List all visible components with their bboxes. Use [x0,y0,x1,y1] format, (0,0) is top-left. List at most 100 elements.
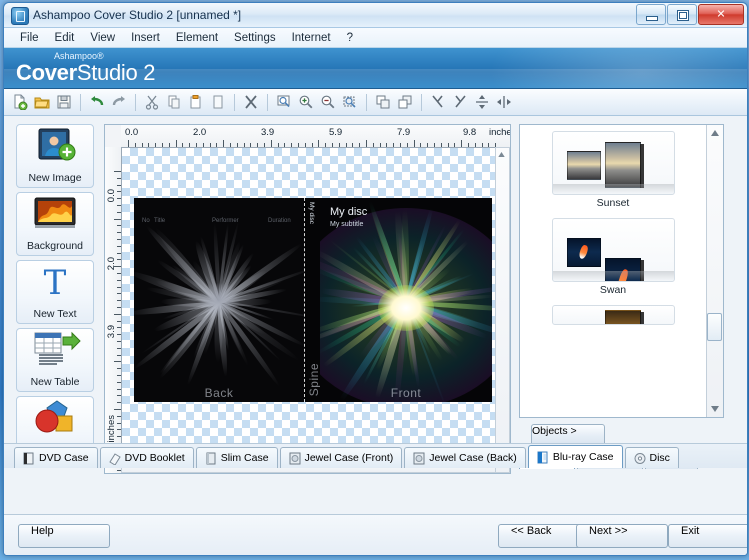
cover-artwork[interactable]: No Title Performer Duration Back My disc… [134,198,492,402]
new-text-button[interactable]: T New Text [16,260,94,324]
undo-button[interactable] [87,92,107,112]
menu-item-file[interactable]: File [12,30,47,46]
tab-bluray-case[interactable]: Blu-ray Case [528,445,623,468]
minimize-button[interactable] [636,4,666,25]
copy-button[interactable] [164,92,184,112]
theme-thumb-large [605,310,641,325]
tab-disc[interactable]: Disc [625,447,679,468]
toolbar-separator [80,94,81,111]
zoom-selection-button[interactable] [340,92,360,112]
paste-icon [188,94,204,110]
align-horizontal-button[interactable] [494,92,514,112]
window-controls: ✕ [636,4,744,25]
tracklist-col-performer: Performer [212,218,239,224]
scroll-up-icon[interactable] [708,127,722,139]
toolbar-separator [234,94,235,111]
duplicate-icon [210,94,226,110]
vertical-ruler: 0.0 2.0 3.9 inches [105,147,122,473]
menu-bar: File Edit View Insert Element Settings I… [4,28,747,48]
tab-dvd-booklet[interactable]: DVD Booklet [100,447,194,468]
theme-item-swan[interactable]: Swan [552,218,675,296]
brand-superscript: Ashampoo® [54,51,104,61]
brand-bold: Cover [16,60,77,85]
paste-button[interactable] [186,92,206,112]
scroll-up-icon[interactable] [496,149,507,160]
app-icon [11,7,29,25]
exit-button[interactable]: Exit [668,524,748,548]
brand-logo: Ashampoo® CoverStudio 2 [16,50,155,86]
menu-item-help[interactable]: ? [339,30,361,46]
scroll-down-icon[interactable] [708,403,722,415]
theme-list-scrollbar[interactable] [706,125,723,417]
new-document-button[interactable] [10,92,30,112]
menu-item-view[interactable]: View [82,30,123,46]
menu-item-insert[interactable]: Insert [123,30,168,46]
menu-item-settings[interactable]: Settings [226,30,284,46]
help-button[interactable]: Help [18,524,110,548]
cover-front-panel[interactable]: My disc My subtitle Front [320,198,492,402]
zoom-fit-button[interactable] [274,92,294,112]
ruler-v-unit: inches [106,415,117,442]
ruler-h-label: 9.8 [463,127,476,138]
back-burst-core [198,283,240,317]
theme-reflection [553,271,674,281]
menu-item-edit[interactable]: Edit [47,30,83,46]
delete-button[interactable] [241,92,261,112]
cover-back-panel[interactable]: No Title Performer Duration Back [134,198,304,402]
dvd-booklet-icon [109,452,121,465]
ruler-h-label: 7.9 [397,127,410,138]
cut-button[interactable] [142,92,162,112]
open-folder-button[interactable] [32,92,52,112]
tab-slim-case[interactable]: Slim Case [196,447,278,468]
zoom-fit-icon [276,94,292,110]
theme-item-partial[interactable] [552,305,675,325]
theme-thumb-small [567,238,601,267]
tracklist-col-title: Title [154,218,165,224]
align-right-button[interactable] [450,92,470,112]
tracklist-col-no: No [142,218,150,224]
zoom-out-button[interactable] [318,92,338,112]
align-left-button[interactable] [428,92,448,112]
toolbar-separator [366,94,367,111]
tab-jewel-case-front[interactable]: Jewel Case (Front) [280,447,403,468]
zoom-in-button[interactable] [296,92,316,112]
theme-preview-swan [552,218,675,282]
design-canvas[interactable]: No Title Performer Duration Back My disc… [122,148,497,460]
duplicate-button[interactable] [208,92,228,112]
jewel-case-back-icon [413,452,425,465]
spine-title: My disc [308,202,315,224]
menu-item-internet[interactable]: Internet [284,30,339,46]
bring-to-front-button[interactable] [373,92,393,112]
canvas-vertical-scrollbar[interactable] [495,147,510,460]
theme-preview-sunset [552,131,675,195]
tab-dvd-case[interactable]: DVD Case [14,447,98,468]
theme-reflection [553,184,674,194]
new-image-icon [17,125,93,165]
align-vertical-button[interactable] [472,92,492,112]
close-button[interactable]: ✕ [698,4,744,25]
scrollbar-thumb[interactable] [707,313,722,341]
redo-button[interactable] [109,92,129,112]
menu-item-element[interactable]: Element [168,30,226,46]
new-table-button[interactable]: New Table [16,328,94,392]
background-button[interactable]: Background [16,192,94,256]
background-icon [17,193,93,233]
tracklist-col-duration: Duration [268,218,291,224]
right-panel: Sunset Swan [519,124,724,472]
new-shape-art [17,397,93,437]
maximize-button[interactable] [667,4,697,25]
new-image-button[interactable]: New Image [16,124,94,188]
theme-thumb-small [567,151,601,180]
theme-item-sunset[interactable]: Sunset [552,131,675,209]
send-to-back-button[interactable] [395,92,415,112]
save-button[interactable] [54,92,74,112]
disc-icon [634,452,646,465]
next-button[interactable]: Next >> [576,524,668,548]
tab-label: Disc [650,452,670,464]
new-shape-icon [17,397,93,437]
tracklist-header: No Title Performer Duration [134,218,304,228]
new-text-label: New Text [17,308,93,320]
new-image-art [17,125,93,165]
new-table-label: New Table [17,376,93,388]
tab-jewel-case-back[interactable]: Jewel Case (Back) [404,447,526,468]
